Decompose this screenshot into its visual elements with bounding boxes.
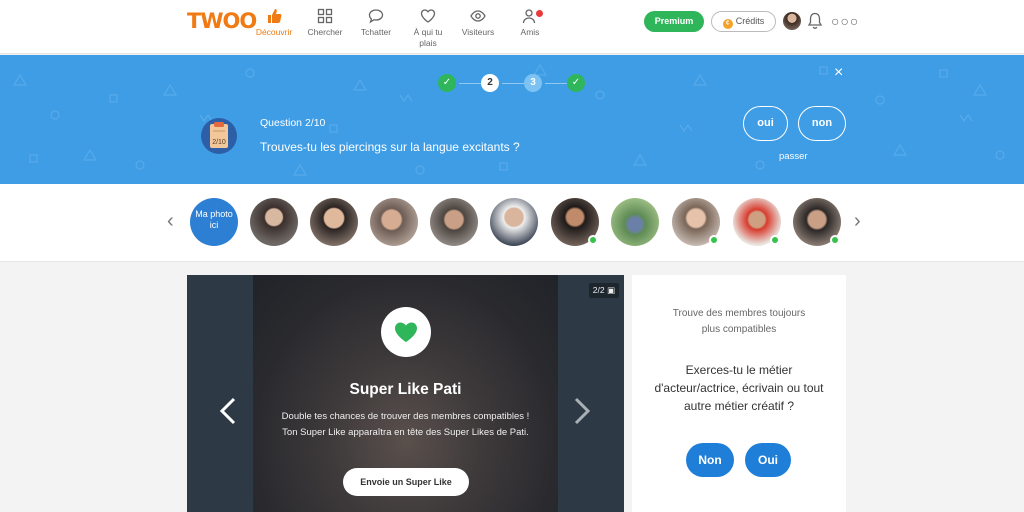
quiz-step-3: 3 [524,74,542,92]
user-avatar[interactable] [783,12,801,30]
heart-icon [395,322,417,342]
question-text: Trouves-tu les piercings sur la langue e… [260,140,520,154]
nav-label: À qui tu plais [413,27,443,48]
nav-item-amis[interactable]: Amis [500,8,560,38]
member-avatar[interactable] [310,198,358,246]
nav-label: Découvrir [255,27,293,37]
clipboard-icon [201,118,237,154]
compatibility-no-button[interactable]: Non [686,443,734,477]
question-counter: Question 2/10 [260,117,326,129]
compatibility-question: Exerces-tu le métier d'acteur/actrice, é… [654,363,824,413]
profile-card: 2/2 ▣ Super Like Pati Double tes chances… [187,275,624,512]
member-avatar[interactable] [250,198,298,246]
previous-photo-arrow-icon[interactable] [219,397,237,425]
nav-item-tchatter[interactable]: Tchatter [346,8,406,38]
step-connector [545,83,567,84]
member-avatar[interactable] [490,198,538,246]
close-icon[interactable]: × [834,64,843,82]
member-avatar[interactable] [793,198,841,246]
compatibility-panel: Trouve des membres toujours plus compati… [632,275,846,512]
my-photo-placeholder[interactable]: Ma photo ici [190,198,238,246]
member-avatar[interactable] [733,198,781,246]
bell-icon[interactable] [807,12,823,30]
top-navigation: TWOO Découvrir Chercher Tchatter À qui t… [0,0,1024,54]
member-avatar[interactable] [672,198,720,246]
send-super-like-button[interactable]: Envoie un Super Like [343,468,469,496]
super-like-title: Super Like Pati [349,381,462,398]
chevron-right-icon[interactable]: › [854,210,861,233]
compatibility-intro-text: Trouve des membres toujours plus compati… [672,308,806,335]
compatibility-intro: Trouve des membres toujours plus compati… [632,306,846,338]
coin-icon: ¢ [722,19,733,29]
thumbs-up-icon [268,9,282,23]
member-avatar[interactable] [551,198,599,246]
member-avatar[interactable] [611,198,659,246]
nav-label: Visiteurs [461,27,495,37]
chat-bubble-icon [368,9,384,24]
online-indicator [770,235,780,245]
step-connector [459,83,481,84]
nav-item-visiteurs[interactable]: Visiteurs [448,8,508,38]
eye-icon [470,10,486,22]
credits-button[interactable]: ¢ Crédits [711,11,776,32]
more-menu-icon[interactable]: ○○○ [831,13,859,29]
quiz-step-1: ✓ [438,74,456,92]
quiz-banner: ✓ 2 3 ✓ × 2/10 Question 2/10 Trouves-tu … [0,55,1024,184]
my-photo-label: Ma photo ici [195,209,233,230]
quiz-step-2: 2 [481,74,499,92]
super-like-description: Double tes chances de trouver des membre… [281,411,530,438]
compatibility-yes-button[interactable]: Oui [745,443,791,477]
heart-outline-icon [420,9,436,23]
online-indicator [830,235,840,245]
skip-link[interactable]: passer [779,151,808,162]
no-button[interactable]: non [798,106,846,141]
member-avatar[interactable] [430,198,478,246]
yes-button[interactable]: oui [743,106,788,141]
nav-label: Amis [520,27,540,37]
member-avatar[interactable] [370,198,418,246]
photo-counter-value: 2/2 [592,285,605,295]
premium-button[interactable]: Premium [644,11,704,32]
super-like-heart [381,307,431,357]
online-indicator [709,235,719,245]
credits-label: Crédits [735,16,765,26]
notification-dot [535,9,544,18]
chevron-left-icon[interactable]: ‹ [167,210,174,233]
next-photo-arrow-icon[interactable] [573,397,591,425]
camera-icon: ▣ [606,285,615,295]
online-indicator [588,235,598,245]
grid-icon [317,8,333,24]
quiz-badge-number: 2/10 [212,139,226,146]
photo-counter: 2/2 ▣ [588,283,619,298]
nav-label: Tchatter [360,27,392,37]
step-connector [502,83,524,84]
quiz-step-4: ✓ [567,74,585,92]
member-strip: ‹ Ma photo ici › [0,184,1024,262]
nav-label: Chercher [307,27,343,37]
banner-pattern [12,63,1005,176]
